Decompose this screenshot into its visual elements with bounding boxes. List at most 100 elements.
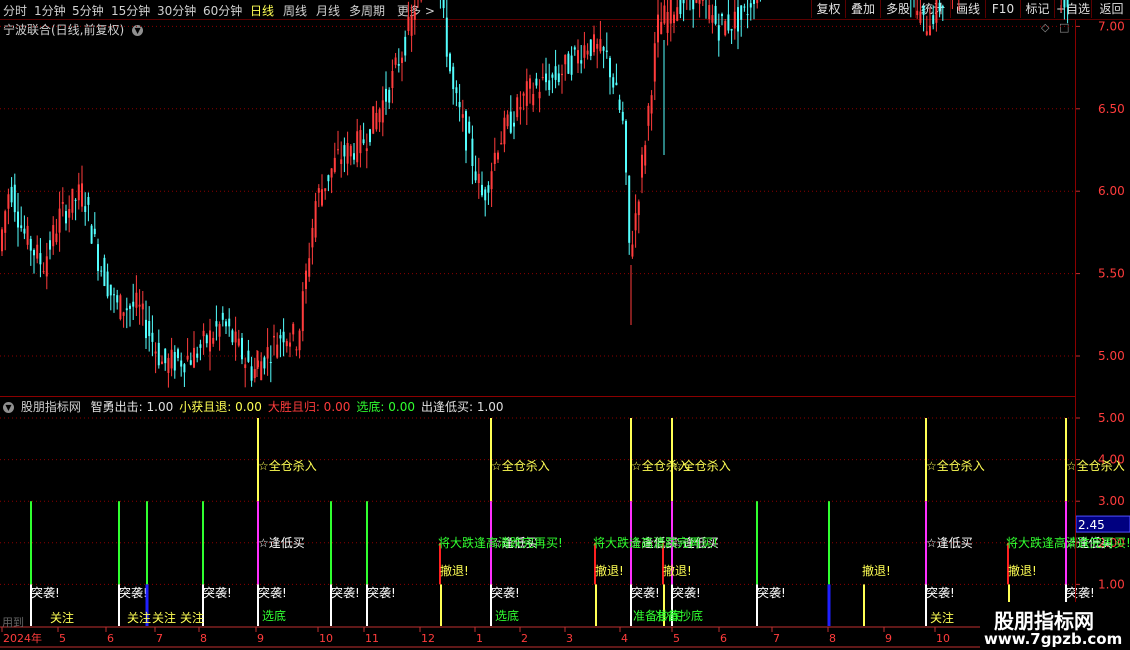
candle-body bbox=[692, 0, 695, 10]
candle-body bbox=[161, 361, 163, 364]
candle-body bbox=[497, 152, 499, 160]
watch-label: 关注 bbox=[152, 610, 176, 625]
breakout-label: 突袭! bbox=[367, 585, 396, 600]
candle-body bbox=[103, 257, 106, 287]
candle-body bbox=[455, 87, 458, 94]
candle-body bbox=[535, 78, 538, 86]
candle-body bbox=[84, 206, 87, 212]
candle-body bbox=[237, 338, 240, 346]
buy-all-label: ☆全仓杀入 bbox=[258, 458, 317, 473]
candle-body bbox=[212, 337, 215, 344]
current-value-text: 2.45 bbox=[1078, 518, 1105, 532]
candle-body bbox=[308, 258, 311, 277]
candle-body bbox=[397, 64, 400, 66]
retreat-label: 撤退! bbox=[1008, 563, 1037, 578]
candle-body bbox=[189, 360, 192, 365]
candle-body bbox=[263, 357, 266, 369]
candle-body bbox=[474, 171, 477, 181]
candle-body bbox=[929, 25, 931, 36]
candle-body bbox=[225, 321, 227, 327]
candle-body bbox=[167, 358, 170, 373]
candle-body bbox=[58, 208, 61, 233]
candle-body bbox=[129, 305, 131, 309]
candle-body bbox=[698, 0, 701, 4]
breakout-label: 突袭! bbox=[672, 585, 701, 600]
candle-body bbox=[145, 319, 147, 339]
candle-body bbox=[375, 112, 378, 130]
candle-body bbox=[701, 0, 704, 1]
x-axis-label: 10 bbox=[319, 632, 333, 645]
candle-body bbox=[490, 171, 493, 190]
candle-body bbox=[359, 130, 362, 154]
candle-body bbox=[753, 0, 755, 4]
candle-body bbox=[346, 143, 349, 164]
candle-body bbox=[109, 284, 112, 296]
candle-body bbox=[372, 106, 375, 134]
candle-body bbox=[356, 131, 359, 163]
candle-body bbox=[477, 173, 480, 184]
candle-body bbox=[717, 25, 720, 41]
candle-body bbox=[529, 78, 531, 89]
candle-body bbox=[77, 184, 80, 201]
axis-divider bbox=[1075, 20, 1076, 627]
candle-body bbox=[647, 105, 650, 126]
candle-body bbox=[452, 66, 455, 90]
candle-body bbox=[669, 0, 672, 24]
candle-body bbox=[599, 39, 602, 52]
candle-body bbox=[673, 14, 675, 24]
candle-body bbox=[337, 149, 339, 151]
candle-body bbox=[385, 88, 387, 102]
candle-body bbox=[151, 332, 154, 342]
candle-body bbox=[343, 145, 346, 157]
candle-body bbox=[148, 320, 151, 337]
candle-body bbox=[567, 53, 570, 74]
candle-body bbox=[39, 253, 42, 265]
candle-body bbox=[333, 157, 336, 172]
candle-body bbox=[442, 0, 445, 9]
candle-body bbox=[157, 342, 160, 366]
candle-body bbox=[682, 0, 685, 4]
candle-body bbox=[577, 50, 579, 64]
candle-body bbox=[301, 291, 304, 332]
candle-body bbox=[327, 175, 330, 182]
candle-body bbox=[727, 14, 730, 31]
candle-body bbox=[273, 335, 275, 338]
candle-body bbox=[631, 244, 634, 257]
candle-body bbox=[657, 14, 659, 43]
candle-body bbox=[135, 292, 138, 308]
chart-canvas[interactable]: 8.508.007.507.006.506.005.505.005.004.00… bbox=[0, 0, 1130, 650]
candle-body bbox=[113, 294, 115, 296]
candle-body bbox=[279, 335, 282, 339]
big-drop-label: 将大跌逢高清跌完再买! bbox=[1006, 535, 1130, 550]
candle-body bbox=[407, 16, 410, 31]
candle-body bbox=[746, 14, 749, 16]
candle-body bbox=[628, 175, 631, 243]
candle-body bbox=[1, 229, 3, 252]
candle-body bbox=[388, 89, 391, 103]
candle-body bbox=[487, 185, 490, 193]
breakout-label: 突袭! bbox=[631, 585, 660, 600]
candle-body bbox=[493, 152, 496, 164]
candle-body bbox=[186, 355, 189, 360]
candle-body bbox=[621, 111, 624, 121]
candle-body bbox=[260, 361, 263, 381]
candle-body bbox=[276, 344, 279, 358]
candle-body bbox=[317, 188, 320, 193]
breakout-label: 突袭! bbox=[119, 585, 148, 600]
candle-body bbox=[292, 323, 295, 335]
candle-body bbox=[7, 194, 10, 209]
candle-body bbox=[154, 351, 157, 354]
watch-label: 关注 bbox=[127, 610, 151, 625]
x-axis-label: 10 bbox=[936, 632, 950, 645]
candle-body bbox=[177, 349, 179, 359]
x-axis-label: 2024年 bbox=[3, 631, 42, 645]
candle-body bbox=[196, 353, 199, 358]
candle-body bbox=[583, 45, 586, 58]
buy-all-label: ☆全仓杀入 bbox=[491, 458, 550, 473]
candle-body bbox=[935, 0, 938, 23]
candle-body bbox=[20, 225, 23, 228]
candle-body bbox=[714, 5, 717, 24]
candle-body bbox=[733, 11, 736, 29]
price-tick-label: 5.00 bbox=[1098, 349, 1125, 363]
x-axis-label: 12 bbox=[421, 632, 435, 645]
